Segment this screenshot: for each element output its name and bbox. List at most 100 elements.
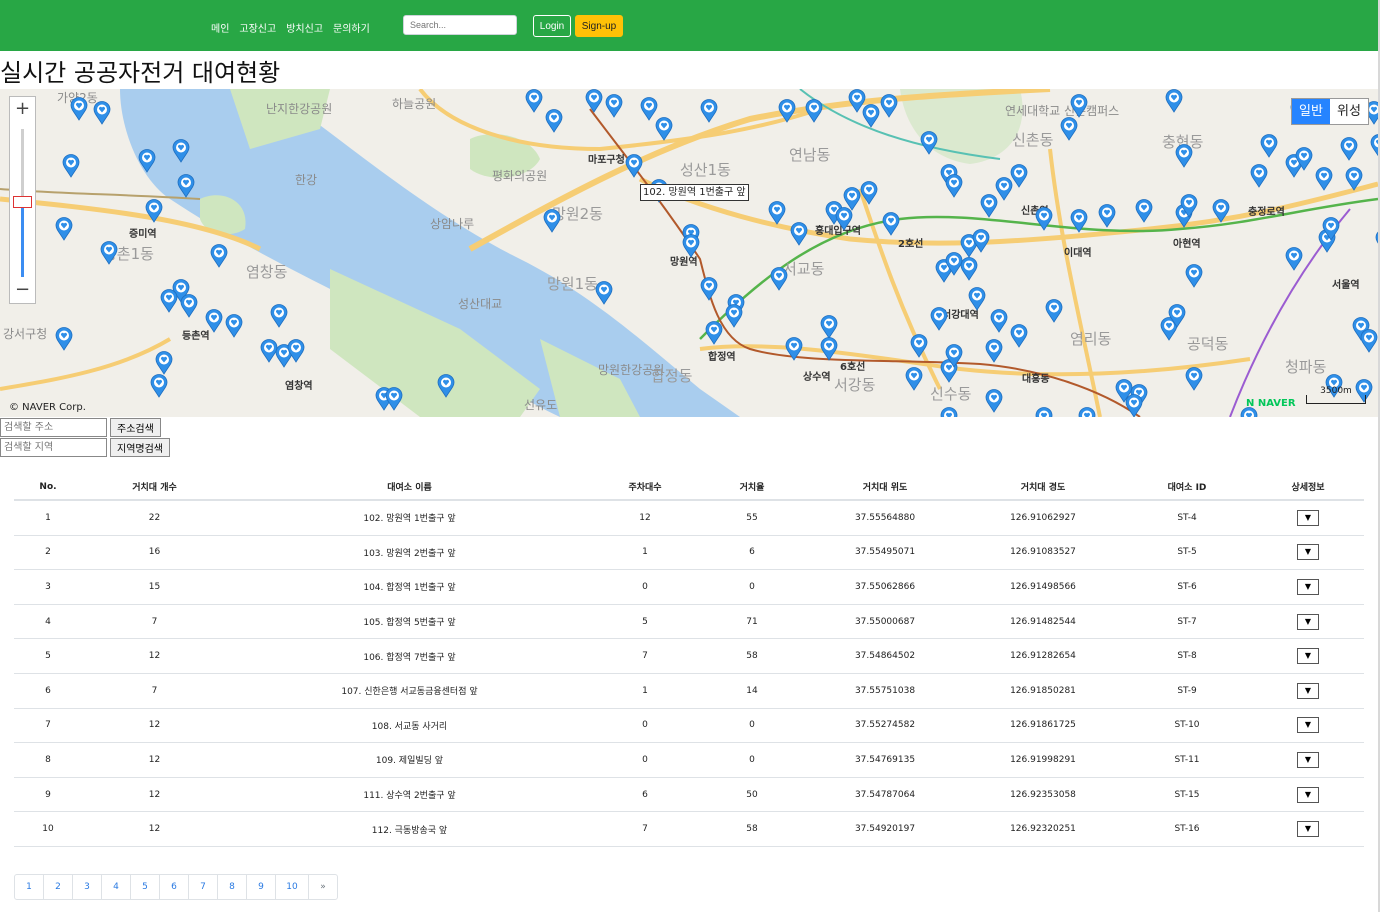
pagination-page[interactable]: 4 (102, 875, 131, 899)
map-type-satellite-button[interactable]: 위성 (1330, 99, 1368, 124)
bike-station-pin-icon[interactable] (62, 154, 80, 178)
detail-dropdown[interactable]: ▼ (1297, 786, 1319, 803)
bike-station-pin-icon[interactable] (905, 367, 923, 391)
bike-station-pin-icon[interactable] (1098, 204, 1116, 228)
bike-station-pin-icon[interactable] (1295, 147, 1313, 171)
bike-station-pin-icon[interactable] (177, 174, 195, 198)
nav-link-inquiry[interactable]: 문의하기 (333, 20, 370, 35)
bike-station-pin-icon[interactable] (1185, 264, 1203, 288)
bike-station-pin-icon[interactable] (205, 309, 223, 333)
bike-station-pin-icon[interactable] (1250, 164, 1268, 188)
bike-station-pin-icon[interactable] (93, 101, 111, 125)
region-search-input[interactable] (0, 438, 107, 457)
detail-dropdown[interactable]: ▼ (1297, 509, 1319, 526)
bike-station-pin-icon[interactable] (1375, 229, 1378, 253)
bike-station-pin-icon[interactable] (210, 244, 228, 268)
bike-station-pin-icon[interactable] (138, 149, 156, 173)
bike-station-pin-icon[interactable] (287, 339, 305, 363)
pagination-page[interactable]: 7 (189, 875, 218, 899)
bike-station-pin-icon[interactable] (1010, 324, 1028, 348)
bike-station-pin-icon[interactable] (1180, 194, 1198, 218)
bike-station-pin-icon[interactable] (1060, 117, 1078, 141)
bike-station-pin-icon[interactable] (968, 287, 986, 311)
bike-station-pin-icon[interactable] (945, 174, 963, 198)
bike-station-pin-icon[interactable] (585, 89, 603, 113)
bike-station-pin-icon[interactable] (860, 181, 878, 205)
bike-station-pin-icon[interactable] (820, 337, 838, 361)
bike-station-pin-icon[interactable] (880, 94, 898, 118)
bike-station-pin-icon[interactable] (1070, 209, 1088, 233)
signup-button[interactable]: Sign-up (575, 15, 623, 37)
bike-station-pin-icon[interactable] (1168, 304, 1186, 328)
bike-station-pin-icon[interactable] (790, 222, 808, 246)
bike-station-pin-icon[interactable] (700, 277, 718, 301)
bike-station-pin-icon[interactable] (920, 131, 938, 155)
bike-station-pin-icon[interactable] (55, 327, 73, 351)
bike-station-pin-icon[interactable] (1360, 329, 1378, 353)
bike-station-pin-icon[interactable] (1345, 167, 1363, 191)
pagination-page[interactable]: 9 (247, 875, 276, 899)
bike-station-pin-icon[interactable] (100, 241, 118, 265)
pagination-page[interactable]: 6 (160, 875, 189, 899)
detail-dropdown[interactable]: ▼ (1297, 578, 1319, 595)
bike-station-pin-icon[interactable] (1212, 199, 1230, 223)
region-search-button[interactable]: 지역명검색 (110, 438, 170, 457)
bike-station-pin-icon[interactable] (545, 109, 563, 133)
bike-station-pin-icon[interactable] (145, 199, 163, 223)
naver-logo[interactable]: N NAVER (1246, 398, 1296, 409)
bike-station-pin-icon[interactable] (525, 89, 543, 113)
zoom-in-button[interactable]: + (10, 97, 35, 123)
bike-station-pin-icon[interactable] (180, 294, 198, 318)
pagination-page[interactable]: 1 (15, 875, 44, 899)
bike-station-pin-icon[interactable] (820, 315, 838, 339)
detail-dropdown[interactable]: ▼ (1297, 613, 1319, 630)
bike-station-pin-icon[interactable] (1035, 207, 1053, 231)
bike-station-pin-icon[interactable] (882, 212, 900, 236)
bike-station-pin-icon[interactable] (1185, 367, 1203, 391)
bike-station-pin-icon[interactable] (1125, 394, 1143, 417)
bike-station-pin-icon[interactable] (1035, 407, 1053, 417)
bike-station-pin-icon[interactable] (1322, 217, 1340, 241)
bike-station-pin-icon[interactable] (70, 97, 88, 121)
bike-station-pin-icon[interactable] (655, 117, 673, 141)
pagination-next[interactable]: » (309, 875, 337, 899)
bike-station-pin-icon[interactable] (1260, 134, 1278, 158)
bike-station-pin-icon[interactable] (1175, 144, 1193, 168)
bike-station-pin-icon[interactable] (700, 99, 718, 123)
pagination-page[interactable]: 3 (73, 875, 102, 899)
nav-link-abandon-report[interactable]: 방치신고 (286, 20, 323, 35)
bike-station-pin-icon[interactable] (605, 94, 623, 118)
bike-station-pin-icon[interactable] (705, 321, 723, 345)
bike-station-pin-icon[interactable] (543, 209, 561, 233)
bike-station-pin-icon[interactable] (985, 339, 1003, 363)
pagination-page[interactable]: 8 (218, 875, 247, 899)
zoom-slider-handle[interactable] (13, 196, 32, 208)
bike-station-pin-icon[interactable] (172, 139, 190, 163)
bike-station-pin-icon[interactable] (940, 407, 958, 417)
bike-station-pin-icon[interactable] (785, 337, 803, 361)
bike-station-pin-icon[interactable] (1045, 299, 1063, 323)
detail-dropdown[interactable]: ▼ (1297, 717, 1319, 734)
bike-station-pin-icon[interactable] (985, 389, 1003, 413)
bike-station-pin-icon[interactable] (843, 187, 861, 211)
bike-station-pin-icon[interactable] (778, 99, 796, 123)
nav-link-breakdown-report[interactable]: 고장신고 (239, 20, 276, 35)
nav-link-home[interactable]: 메인 (211, 20, 229, 35)
bike-station-pin-icon[interactable] (155, 351, 173, 375)
detail-dropdown[interactable]: ▼ (1297, 544, 1319, 561)
zoom-out-button[interactable]: − (10, 278, 35, 304)
bike-station-pin-icon[interactable] (595, 281, 613, 305)
bike-station-pin-icon[interactable] (1135, 199, 1153, 223)
bike-station-pin-icon[interactable] (805, 99, 823, 123)
bike-station-pin-icon[interactable] (1070, 94, 1088, 118)
bike-station-pin-icon[interactable] (862, 104, 880, 128)
address-search-button[interactable]: 주소검색 (110, 418, 161, 437)
bike-station-pin-icon[interactable] (1165, 89, 1183, 113)
bike-station-pin-icon[interactable] (910, 334, 928, 358)
detail-dropdown[interactable]: ▼ (1297, 751, 1319, 768)
bike-station-pin-icon[interactable] (160, 289, 178, 313)
bike-station-pin-icon[interactable] (945, 344, 963, 368)
bike-station-pin-icon[interactable] (1315, 167, 1333, 191)
bike-station-pin-icon[interactable] (225, 314, 243, 338)
address-search-input[interactable] (0, 418, 107, 437)
